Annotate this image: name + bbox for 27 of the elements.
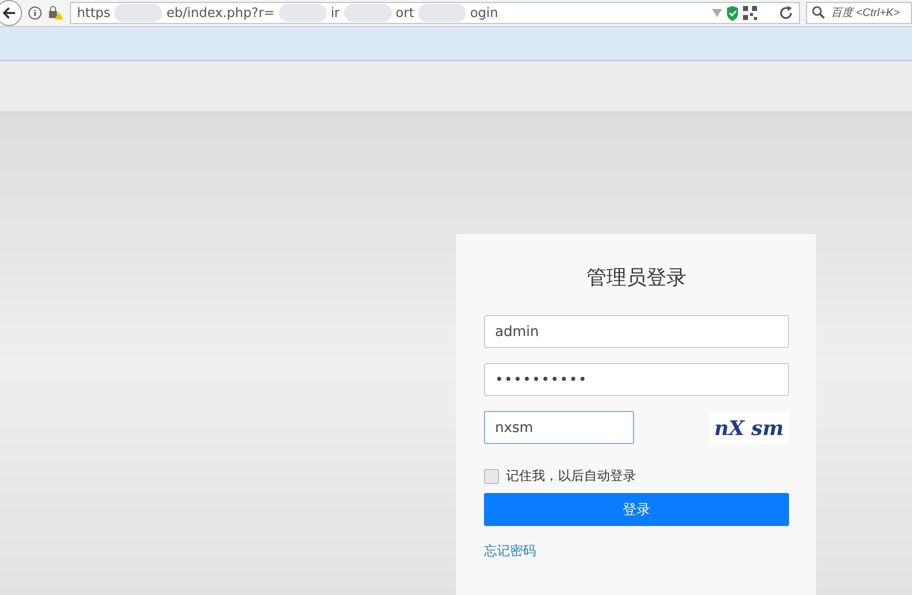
back-arrow-icon	[2, 6, 16, 20]
remember-checkbox[interactable]	[484, 468, 499, 484]
address-bar[interactable]: https eb/index.php?r= ir ort ogin	[70, 2, 800, 24]
search-field[interactable]: 百度 <Ctrl+K>	[806, 2, 912, 24]
login-button[interactable]: 登录	[484, 493, 789, 526]
url-text: https	[77, 6, 110, 20]
login-title: 管理员登录	[586, 264, 688, 291]
url-text: eb/index.php?r=	[166, 6, 275, 20]
url-text: ort	[396, 6, 414, 20]
warning-lock-icon[interactable]	[48, 6, 64, 20]
back-button[interactable]	[0, 0, 22, 26]
shield-icon[interactable]	[726, 6, 739, 20]
qr-code-icon[interactable]	[743, 6, 757, 20]
url-text: ir	[330, 6, 340, 20]
url-text: ogin	[470, 6, 498, 20]
redaction-mark	[344, 4, 392, 22]
username-field[interactable]: admin	[484, 315, 789, 348]
forgot-password-link[interactable]: 忘记密码	[484, 542, 536, 560]
redaction-mark	[418, 4, 466, 22]
password-field[interactable]: ••••••••••	[484, 363, 789, 396]
remember-label: 记住我，以后自动登录	[506, 468, 636, 485]
reload-icon[interactable]	[779, 6, 793, 20]
info-icon[interactable]	[28, 6, 42, 20]
captcha-field[interactable]: nxsm	[484, 411, 634, 444]
redaction-mark	[278, 4, 327, 22]
captcha-image[interactable]: nX sm	[709, 411, 789, 444]
redaction-mark	[114, 4, 162, 22]
